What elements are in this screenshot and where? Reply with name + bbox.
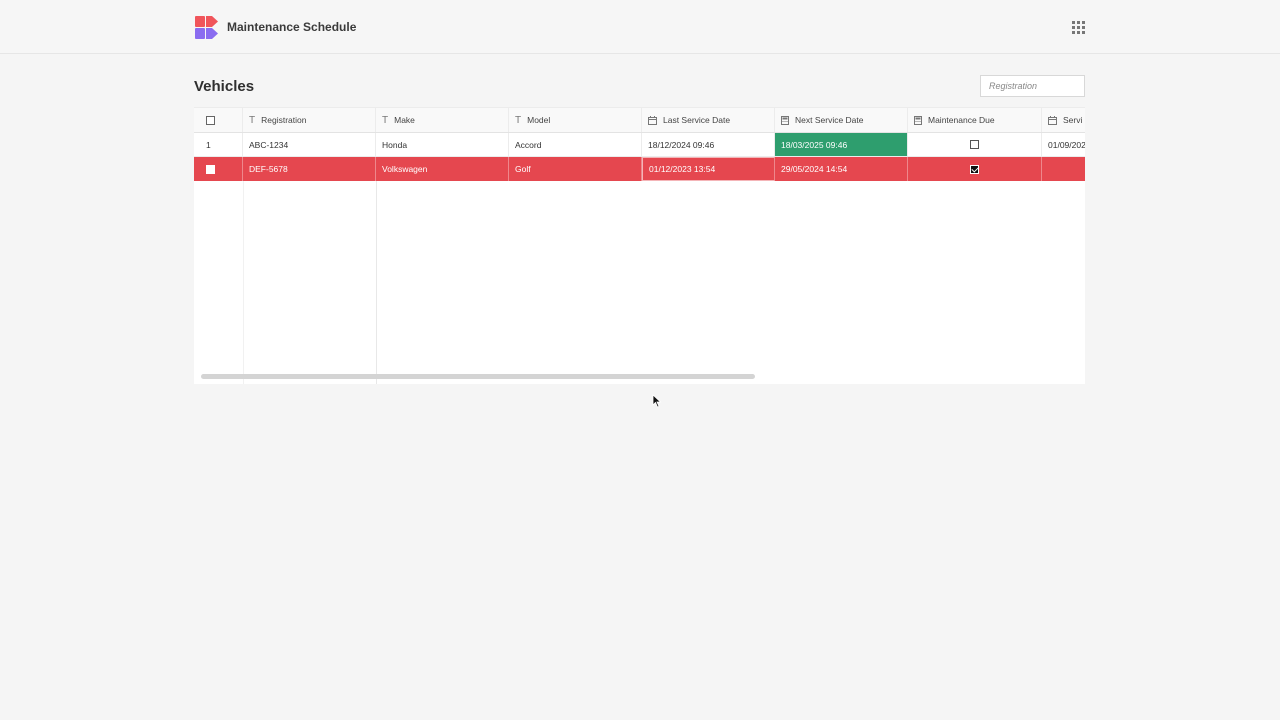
column-label: Registration xyxy=(261,115,307,125)
column-header-next-service-date[interactable]: Next Service Date xyxy=(775,108,908,132)
last-service-date-cell[interactable]: 18/12/2024 09:46 xyxy=(642,133,775,156)
make-cell[interactable]: Volkswagen xyxy=(376,157,509,181)
table-row[interactable]: 1 ABC-1234 Honda Accord 18/12/2024 09:46… xyxy=(194,133,1085,157)
grid-dots-icon[interactable] xyxy=(1072,21,1085,34)
column-header-model[interactable]: T Model xyxy=(509,108,642,132)
last-service-date-cell[interactable]: 01/12/2023 13:54 xyxy=(642,157,775,181)
column-header-service[interactable]: Servi xyxy=(1042,108,1085,132)
registration-cell[interactable]: DEF-5678 xyxy=(243,157,376,181)
text-type-icon: T xyxy=(382,114,389,126)
column-label: Model xyxy=(527,115,551,125)
table-row[interactable]: DEF-5678 Volkswagen Golf 01/12/2023 13:5… xyxy=(194,157,1085,181)
column-header-make[interactable]: T Make xyxy=(376,108,509,132)
column-divider xyxy=(243,181,244,384)
column-divider xyxy=(376,181,377,384)
page-title: Vehicles xyxy=(194,78,255,95)
horizontal-scrollbar[interactable] xyxy=(201,374,755,379)
calculator-icon xyxy=(914,115,922,125)
text-type-icon: T xyxy=(515,114,522,126)
service-cell[interactable]: 01/09/202 xyxy=(1042,133,1085,156)
mouse-cursor-icon xyxy=(652,394,662,408)
select-all-cell[interactable] xyxy=(194,108,243,132)
text-type-icon: T xyxy=(249,114,256,126)
column-label: Servi xyxy=(1063,115,1083,125)
maintenance-due-cell[interactable] xyxy=(908,157,1042,181)
registration-cell[interactable]: ABC-1234 xyxy=(243,133,376,156)
column-label: Maintenance Due xyxy=(928,115,995,125)
service-cell[interactable] xyxy=(1042,157,1085,181)
model-cell[interactable]: Accord xyxy=(509,133,642,156)
column-header-maintenance-due[interactable]: Maintenance Due xyxy=(908,108,1042,132)
next-service-date-cell[interactable]: 29/05/2024 14:54 xyxy=(775,157,908,181)
select-all-checkbox[interactable] xyxy=(206,115,215,125)
calendar-icon xyxy=(648,115,657,125)
calculator-icon xyxy=(781,115,789,125)
maintenance-due-checkbox[interactable] xyxy=(970,164,979,174)
top-bar: Maintenance Schedule xyxy=(0,0,1280,54)
next-service-date-cell[interactable]: 18/03/2025 09:46 xyxy=(775,133,908,156)
column-header-registration[interactable]: T Registration xyxy=(243,108,376,132)
maintenance-due-cell[interactable] xyxy=(908,133,1042,156)
column-label: Next Service Date xyxy=(795,115,864,125)
vehicles-table: T Registration T Make T Model Last Service … xyxy=(194,107,1085,384)
maintenance-due-checkbox[interactable] xyxy=(970,140,979,149)
model-cell[interactable]: Golf xyxy=(509,157,642,181)
app-title: Maintenance Schedule xyxy=(227,20,357,34)
column-header-last-service-date[interactable]: Last Service Date xyxy=(642,108,775,132)
column-label: Make xyxy=(394,115,415,125)
column-label: Last Service Date xyxy=(663,115,731,125)
row-index[interactable]: 1 xyxy=(194,133,243,156)
registration-search-input[interactable] xyxy=(980,75,1085,97)
table-header: T Registration T Make T Model Last Service … xyxy=(194,108,1085,133)
row-select-checkbox[interactable] xyxy=(206,164,215,174)
row-select-cell[interactable] xyxy=(194,157,243,181)
calendar-icon xyxy=(1048,115,1057,125)
make-cell[interactable]: Honda xyxy=(376,133,509,156)
app-logo-icon xyxy=(195,16,218,39)
